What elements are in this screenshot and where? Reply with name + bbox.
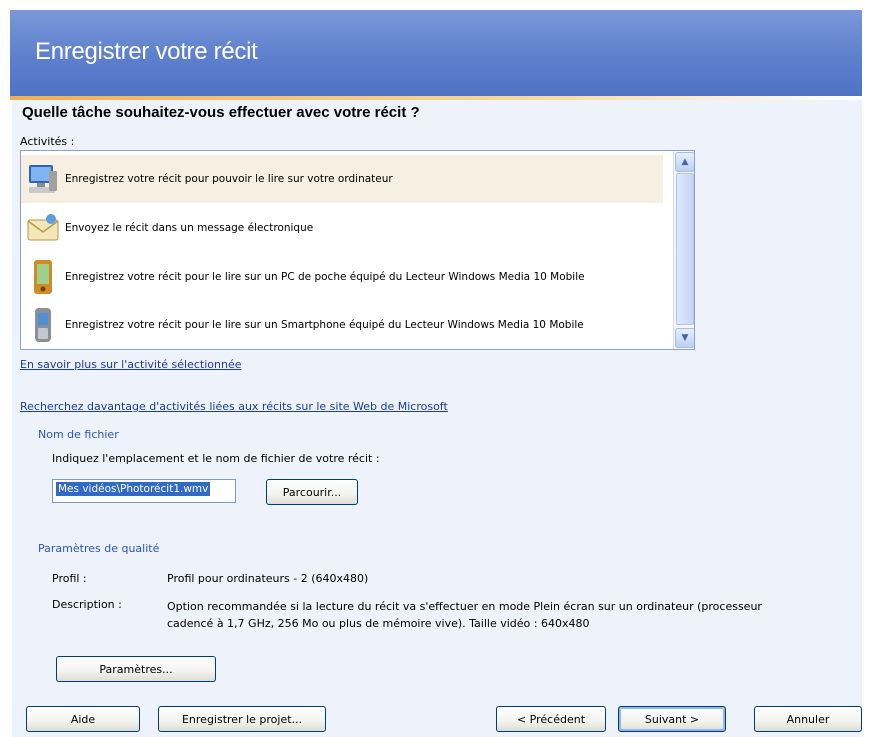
activities-label: Activités : bbox=[20, 135, 75, 148]
email-envelope-icon bbox=[21, 208, 65, 248]
activity-item-email[interactable]: Envoyez le récit dans un message électro… bbox=[21, 204, 663, 252]
smartphone-icon bbox=[21, 305, 65, 345]
activity-item-pocket-pc[interactable]: Enregistrez votre récit pour le lire sur… bbox=[21, 253, 663, 301]
scrollbar-thumb[interactable] bbox=[676, 173, 694, 325]
help-button[interactable]: Aide bbox=[26, 706, 140, 732]
search-more-activities-link[interactable]: Recherchez davantage d'activités liées a… bbox=[20, 400, 448, 413]
page-question: Quelle tâche souhaitez-vous effectuer av… bbox=[22, 104, 420, 121]
profile-value: Profil pour ordinateurs - 2 (640x480) bbox=[167, 572, 369, 585]
file-name-section-title: Nom de fichier bbox=[38, 428, 119, 441]
activity-label: Enregistrez votre récit pour pouvoir le … bbox=[65, 173, 393, 185]
learn-more-link[interactable]: En savoir plus sur l'activité sélectionn… bbox=[20, 358, 242, 371]
quality-section-title: Paramètres de qualité bbox=[38, 542, 160, 555]
description-line: cadencé à 1,7 GHz, 256 Mo ou plus de mém… bbox=[167, 617, 590, 630]
previous-button[interactable]: < Précédent bbox=[496, 706, 606, 732]
quality-settings-button[interactable]: Paramètres... bbox=[56, 656, 216, 682]
file-path-input[interactable]: Mes vidéos\Photorécit1.wmv bbox=[52, 479, 236, 503]
activity-item-smartphone[interactable]: Enregistrez votre récit pour le lire sur… bbox=[21, 301, 663, 349]
pocket-pc-icon bbox=[21, 257, 65, 297]
description-text: Option recommandée si la lecture du réci… bbox=[167, 598, 827, 632]
browse-button[interactable]: Parcourir... bbox=[266, 479, 358, 505]
wizard-header: Enregistrer votre récit bbox=[10, 10, 862, 96]
activity-label: Envoyez le récit dans un message électro… bbox=[65, 222, 314, 234]
activity-item-computer[interactable]: Enregistrez votre récit pour pouvoir le … bbox=[21, 155, 663, 203]
next-button[interactable]: Suivant > bbox=[618, 706, 726, 732]
scroll-up-arrow-icon[interactable]: ▲ bbox=[675, 152, 694, 172]
save-story-wizard-window: Enregistrer votre récit Quelle tâche sou… bbox=[0, 0, 872, 737]
cancel-button[interactable]: Annuler bbox=[754, 706, 862, 732]
activity-label: Enregistrez votre récit pour le lire sur… bbox=[65, 319, 584, 331]
profile-label: Profil : bbox=[52, 572, 87, 585]
scroll-down-arrow-icon[interactable]: ▼ bbox=[675, 328, 694, 348]
computer-icon bbox=[21, 159, 65, 199]
activity-label: Enregistrez votre récit pour le lire sur… bbox=[65, 271, 585, 283]
file-path-value: Mes vidéos\Photorécit1.wmv bbox=[56, 482, 211, 496]
save-project-button[interactable]: Enregistrer le projet... bbox=[158, 706, 326, 732]
activities-scrollbar[interactable]: ▲ ▼ bbox=[673, 151, 694, 349]
activities-listbox[interactable]: Enregistrez votre récit pour pouvoir le … bbox=[20, 150, 695, 350]
description-label: Description : bbox=[52, 598, 122, 611]
file-instruction-text: Indiquez l'emplacement et le nom de fich… bbox=[52, 452, 380, 465]
description-line: Option recommandée si la lecture du réci… bbox=[167, 600, 762, 613]
window-title: Enregistrer votre récit bbox=[35, 38, 258, 65]
